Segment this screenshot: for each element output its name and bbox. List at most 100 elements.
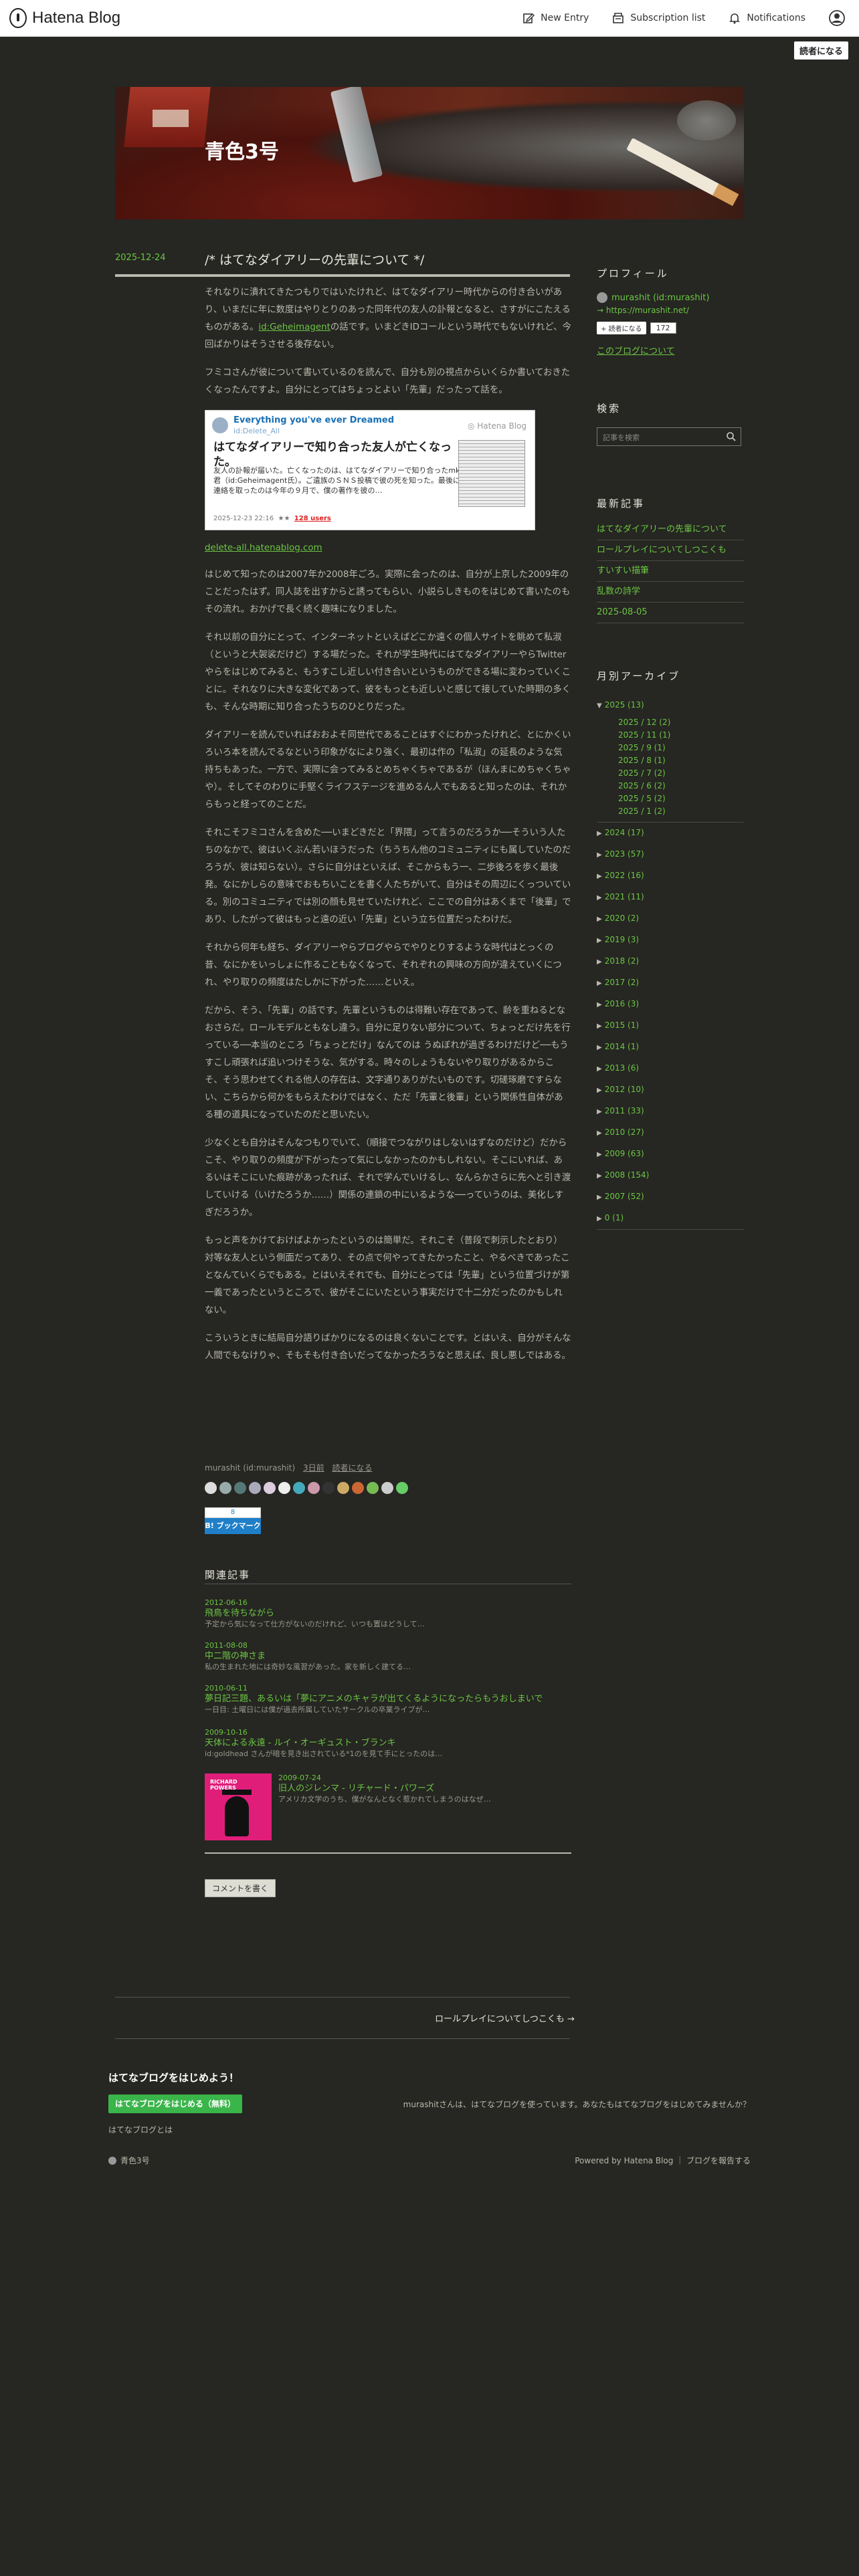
archive-year-link[interactable]: ▶ 2008 (154) [597, 1165, 744, 1186]
paragraph: はじめて知ったのは2007年か2008年ごろ。実際に会ったのは、自分が上京した2… [205, 570, 571, 615]
subscription-list-button[interactable]: Subscription list [611, 11, 705, 25]
archive-year-link[interactable]: ▶ 2020 (2) [597, 908, 744, 930]
star-user-avatar[interactable] [234, 1482, 246, 1494]
entry-date[interactable]: 2025-12-24 [115, 253, 166, 263]
archive-year-link[interactable]: ▶ 2022 (16) [597, 865, 744, 887]
notifications-label: Notifications [747, 13, 805, 23]
embed-card[interactable]: Everything you've ever Dreamed id:Delete… [205, 410, 535, 530]
notifications-button[interactable]: Notifications [728, 11, 805, 25]
star-user-avatar[interactable] [293, 1482, 305, 1494]
archive-month-link[interactable]: 2025 / 12 (2) [597, 716, 744, 729]
triangle-right-icon: ▶ [597, 1001, 602, 1008]
entry-body: それなりに潰れてきたつもりではいたけれど、はてなダイアリー時代からの付き合いがあ… [205, 284, 571, 1376]
header-reader-button[interactable]: 読者になる [793, 41, 848, 60]
archive-year-link[interactable]: ▶ 2019 (3) [597, 930, 744, 951]
embed-source[interactable]: Everything you've ever Dreamed [233, 415, 394, 427]
embed-url-link[interactable]: delete-all.hatenablog.com [205, 540, 571, 557]
archive-year-link[interactable]: ▶ 2023 (57) [597, 844, 744, 865]
archive-year-link[interactable]: ▶ 2010 (27) [597, 1122, 744, 1144]
archive-month-link[interactable]: 2025 / 1 (2) [597, 805, 744, 818]
embed-users[interactable]: 128 users [294, 515, 331, 522]
archive-year-link[interactable]: ▶ 2018 (2) [597, 951, 744, 972]
entry-title[interactable]: /* はてなダイアリーの先輩について */ [205, 250, 570, 268]
embed-avatar [212, 417, 228, 433]
blog-title[interactable]: 青色3号 [205, 135, 279, 165]
profile-name-link[interactable]: murashit (id:murashit) [611, 293, 709, 303]
archive-year-link[interactable]: ▶ 2015 (1) [597, 1015, 744, 1037]
user-menu-icon[interactable] [828, 9, 846, 27]
archive-month-link[interactable]: 2025 / 6 (2) [597, 780, 744, 792]
edit-icon [523, 13, 535, 23]
add-star-icon[interactable] [205, 1482, 217, 1494]
related-title[interactable]: 天体による永遠 - ルイ・オーギュスト・ブランキ [205, 1737, 571, 1749]
related-item[interactable]: 2009-07-24 旧人のジレンマ - リチャード・パワーズ アメリカ文学のう… [278, 1774, 571, 1804]
about-blog-link[interactable]: このブログについて [597, 344, 744, 356]
star-user-avatar[interactable] [352, 1482, 364, 1494]
archive-month-link[interactable]: 2025 / 9 (1) [597, 742, 744, 754]
new-entry-button[interactable]: New Entry [522, 11, 589, 25]
archive-year-link[interactable]: ▶ 2011 (33) [597, 1101, 744, 1122]
archive-year-link[interactable]: ▶ 2013 (6) [597, 1058, 744, 1079]
next-entry-link[interactable]: ロールプレイについてしつこくも → [435, 2012, 575, 2024]
archive-year-open[interactable]: ▼ 2025 (13) [597, 695, 744, 716]
related-title[interactable]: 夢日記三題、あるいは「夢にアニメのキャラが出てくるようになったらもうおしまいで [205, 1693, 571, 1705]
related-item[interactable]: 2010-06-11 夢日記三題、あるいは「夢にアニメのキャラが出てくるようにな… [205, 1684, 571, 1715]
entry-reader-link[interactable]: 読者になる [332, 1463, 372, 1473]
sidebar-search: 検索 [597, 401, 744, 446]
subscription-icon [613, 13, 624, 23]
archive-year-link[interactable]: ▶ 2016 (3) [597, 994, 744, 1015]
blog-banner[interactable]: 青色3号 [115, 87, 744, 219]
archive-year-link[interactable]: ▶ 2021 (11) [597, 887, 744, 908]
related-item[interactable]: 2011-08-08 中二階の神さま 私の生まれた地には奇妙な風習があった。家を… [205, 1641, 571, 1672]
star-user-avatar[interactable] [322, 1482, 335, 1494]
footer-blog-link[interactable]: 青色3号 [108, 2155, 150, 2166]
hatena-logo[interactable]: Hatena Blog [9, 8, 120, 28]
profile-avatar[interactable] [597, 292, 607, 303]
star-user-avatar[interactable] [308, 1482, 320, 1494]
related-title[interactable]: 飛鳥を待ちながら [205, 1608, 571, 1620]
embed-thumbnail [458, 440, 525, 507]
archive-month-link[interactable]: 2025 / 7 (2) [597, 767, 744, 780]
star-user-avatar[interactable] [264, 1482, 276, 1494]
recent-entry-link[interactable]: すいすい描筆 [597, 561, 744, 582]
hatena-bookmark-button[interactable]: 8 B! ブックマーク [205, 1507, 261, 1534]
archive-year-link[interactable]: ▶ 2017 (2) [597, 972, 744, 994]
search-icon[interactable] [726, 431, 737, 442]
recent-entry-link[interactable]: ロールプレイについてしつこくも [597, 540, 744, 561]
archive-year-link[interactable]: ▶ 0 (1) [597, 1208, 744, 1229]
related-item[interactable]: 2012-06-16 飛鳥を待ちながら 予定から気になって仕方がないのだけれど、… [205, 1598, 571, 1629]
recent-entry-link[interactable]: 2025-08-05 [597, 603, 744, 623]
archive-month-link[interactable]: 2025 / 11 (1) [597, 729, 744, 742]
search-input[interactable] [601, 431, 725, 444]
star-user-avatar[interactable] [249, 1482, 261, 1494]
triangle-right-icon: ▶ [597, 1108, 602, 1115]
archive-year-link[interactable]: ▶ 2024 (17) [597, 823, 744, 844]
recent-entry-link[interactable]: 乱数の詩学 [597, 582, 744, 603]
star-user-avatar[interactable] [381, 1482, 393, 1494]
star-user-avatar[interactable] [367, 1482, 379, 1494]
related-title[interactable]: 旧人のジレンマ - リチャード・パワーズ [278, 1783, 571, 1795]
sidebar-reader-button[interactable]: + 読者になる [597, 322, 646, 334]
entry-ago-link[interactable]: 3日前 [303, 1463, 324, 1473]
related-thumbnail[interactable]: RICHARD POWERS [205, 1774, 272, 1840]
star-user-avatar[interactable] [278, 1482, 290, 1494]
archive-year-link[interactable]: ▶ 2014 (1) [597, 1037, 744, 1058]
powered-by[interactable]: Powered by Hatena Blog ｜ ブログを報告する [575, 2155, 751, 2166]
related-title[interactable]: 中二階の神さま [205, 1650, 571, 1662]
recent-entry-link[interactable]: はてなダイアリーの先輩について [597, 520, 744, 540]
related-item[interactable]: 2009-10-16 天体による永遠 - ルイ・オーギュスト・ブランキ id:g… [205, 1728, 571, 1759]
star-user-avatar[interactable] [396, 1482, 408, 1494]
write-comment-button[interactable]: コメントを書く [205, 1879, 276, 1897]
archive-year-link[interactable]: ▶ 2012 (10) [597, 1079, 744, 1101]
start-blog-button[interactable]: はてなブログをはじめる（無料） [108, 2095, 242, 2113]
archive-month-link[interactable]: 2025 / 5 (2) [597, 792, 744, 805]
profile-url-link[interactable]: → https://murashit.net/ [597, 306, 689, 315]
archive-year-link[interactable]: ▶ 2009 (63) [597, 1144, 744, 1165]
archive-month-link[interactable]: 2025 / 8 (1) [597, 754, 744, 767]
id-link[interactable]: id:Geheimagent [258, 322, 330, 332]
star-user-avatar[interactable] [337, 1482, 349, 1494]
star-user-avatar[interactable] [219, 1482, 231, 1494]
archive-year-link[interactable]: ▶ 2007 (52) [597, 1186, 744, 1208]
about-hatena-blog-link[interactable]: はてなブログとは [108, 2124, 173, 2135]
author-link[interactable]: murashit (id:murashit) [205, 1463, 295, 1473]
